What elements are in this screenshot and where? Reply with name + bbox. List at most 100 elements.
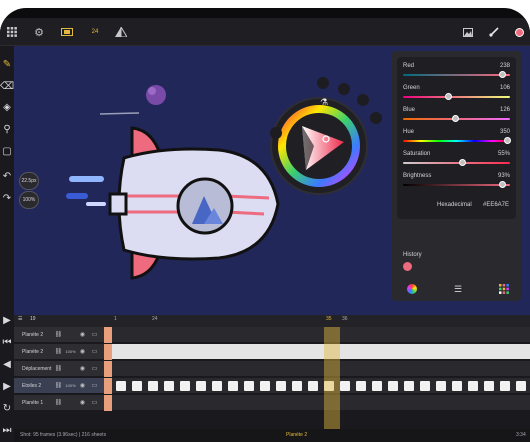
image-icon[interactable]: [462, 24, 474, 40]
link-icon[interactable]: ⛓: [54, 347, 63, 356]
frame-cell[interactable]: [340, 381, 350, 391]
layer-track[interactable]: [112, 344, 530, 360]
step-forward-icon[interactable]: ▶: [1, 380, 13, 392]
slider-green[interactable]: Green 106: [403, 85, 510, 105]
frame-cell[interactable]: [372, 381, 382, 391]
frame-cell[interactable]: [404, 381, 414, 391]
layer-opacity[interactable]: [66, 364, 75, 373]
frame-cell[interactable]: [468, 381, 478, 391]
link-icon[interactable]: ⛓: [54, 330, 63, 339]
brush-icon[interactable]: [488, 24, 500, 40]
eye-icon[interactable]: ◉: [78, 364, 87, 373]
pencil-tool-icon[interactable]: ✎: [1, 58, 13, 70]
layer-opacity[interactable]: [66, 330, 75, 339]
layer-row[interactable]: Planète 2 ⛓ ◉ ▭: [14, 327, 112, 343]
slider-track[interactable]: [403, 140, 510, 142]
layer-track[interactable]: [112, 327, 530, 343]
slider-brightness[interactable]: Brightness 93%: [403, 173, 510, 193]
frame-cell[interactable]: [228, 381, 238, 391]
link-icon[interactable]: ⛓: [54, 364, 63, 373]
opacity-button[interactable]: 100%: [19, 191, 39, 209]
frame-cell[interactable]: [260, 381, 270, 391]
slider-track[interactable]: [403, 162, 510, 164]
timeline-ruler[interactable]: 1 24 35 36: [112, 315, 530, 327]
frame-cell[interactable]: [148, 381, 158, 391]
slider-blue[interactable]: Blue 126: [403, 107, 510, 127]
layer-opacity[interactable]: [66, 398, 75, 407]
layer-opacity[interactable]: 100%: [65, 347, 75, 356]
slider-thumb[interactable]: [503, 137, 511, 144]
layers-menu-icon[interactable]: ☰: [18, 316, 22, 322]
layer-track[interactable]: [112, 395, 530, 411]
slider-thumb[interactable]: [499, 71, 507, 78]
sliders-icon[interactable]: ☰: [451, 283, 465, 295]
slider-thumb[interactable]: [452, 115, 460, 122]
lock-icon[interactable]: ▭: [90, 398, 99, 407]
play-icon[interactable]: ▶: [1, 314, 13, 326]
frame-cell[interactable]: [308, 381, 318, 391]
layer-row[interactable]: Etoiles 2 ⛓ 100% ◉ ▭: [14, 378, 112, 394]
redo-icon[interactable]: ↷: [1, 192, 13, 204]
frame-cell[interactable]: [484, 381, 494, 391]
palette-grid-icon[interactable]: [497, 283, 511, 295]
layer-row[interactable]: Planète 2 ⛓ 100% ◉ ▭: [14, 344, 112, 360]
slider-red[interactable]: Red 238: [403, 63, 510, 83]
frame-cell[interactable]: [500, 381, 510, 391]
layer-track[interactable]: [112, 378, 530, 394]
layer-opacity[interactable]: 100%: [65, 381, 75, 390]
link-icon[interactable]: ⛓: [54, 398, 63, 407]
slider-track[interactable]: [403, 96, 510, 98]
color-wheel-icon[interactable]: [405, 283, 419, 295]
layer-row[interactable]: Déplacement ⛓ ◉ ▭: [14, 361, 112, 377]
grid-icon[interactable]: [6, 24, 18, 40]
brush-size-button[interactable]: 22.5px: [19, 172, 39, 190]
skip-start-icon[interactable]: ⏮: [1, 336, 13, 348]
frame-cell[interactable]: [516, 381, 526, 391]
frame-cell[interactable]: [420, 381, 430, 391]
layer-row[interactable]: Planète 1 ⛓ ◉ ▭: [14, 395, 112, 411]
frame-cell[interactable]: [116, 381, 126, 391]
slider-track[interactable]: [403, 184, 510, 186]
undo-icon[interactable]: ↶: [1, 170, 13, 182]
slider-thumb[interactable]: [458, 159, 466, 166]
skip-end-icon[interactable]: ⏭: [1, 424, 13, 436]
lock-icon[interactable]: ▭: [90, 347, 99, 356]
step-back-icon[interactable]: ◀: [1, 358, 13, 370]
eraser-tool-icon[interactable]: ⌫: [0, 80, 14, 92]
lock-icon[interactable]: ▭: [90, 381, 99, 390]
frame-cell[interactable]: [388, 381, 398, 391]
eye-icon[interactable]: ◉: [78, 398, 87, 407]
slider-thumb[interactable]: [499, 181, 507, 188]
playhead[interactable]: [324, 327, 340, 429]
current-color-swatch[interactable]: [513, 24, 525, 40]
frame-cell[interactable]: [132, 381, 142, 391]
frame-cell[interactable]: [196, 381, 206, 391]
loop-icon[interactable]: ↻: [1, 402, 13, 414]
frame-cell[interactable]: [164, 381, 174, 391]
frame-cell[interactable]: [244, 381, 254, 391]
shape-icon[interactable]: [114, 24, 128, 40]
eye-icon[interactable]: ◉: [78, 330, 87, 339]
fill-tool-icon[interactable]: ◈: [1, 101, 13, 113]
selection-tool-icon[interactable]: ▢: [1, 145, 13, 157]
lock-icon[interactable]: ▭: [90, 330, 99, 339]
layer-track[interactable]: [112, 361, 530, 377]
eyedropper-tool-icon[interactable]: ⚲: [1, 123, 13, 135]
frame-cell[interactable]: [436, 381, 446, 391]
slider-track[interactable]: [403, 74, 510, 76]
slider-saturation[interactable]: Saturation 55%: [403, 151, 510, 171]
frame-cell[interactable]: [276, 381, 286, 391]
slider-hue[interactable]: Hue 350: [403, 129, 511, 149]
eye-icon[interactable]: ◉: [78, 347, 87, 356]
eye-icon[interactable]: ◉: [78, 381, 87, 390]
hex-value[interactable]: #EE6A7E: [483, 202, 509, 208]
frame-cell[interactable]: [292, 381, 302, 391]
lock-icon[interactable]: ▭: [90, 364, 99, 373]
frame-cell[interactable]: [452, 381, 462, 391]
history-swatch[interactable]: [403, 262, 412, 271]
film-icon[interactable]: [60, 24, 74, 40]
frame-cell[interactable]: [180, 381, 190, 391]
frame-cell[interactable]: [356, 381, 366, 391]
frame-cell[interactable]: [212, 381, 222, 391]
gear-icon[interactable]: ⚙: [33, 24, 45, 40]
